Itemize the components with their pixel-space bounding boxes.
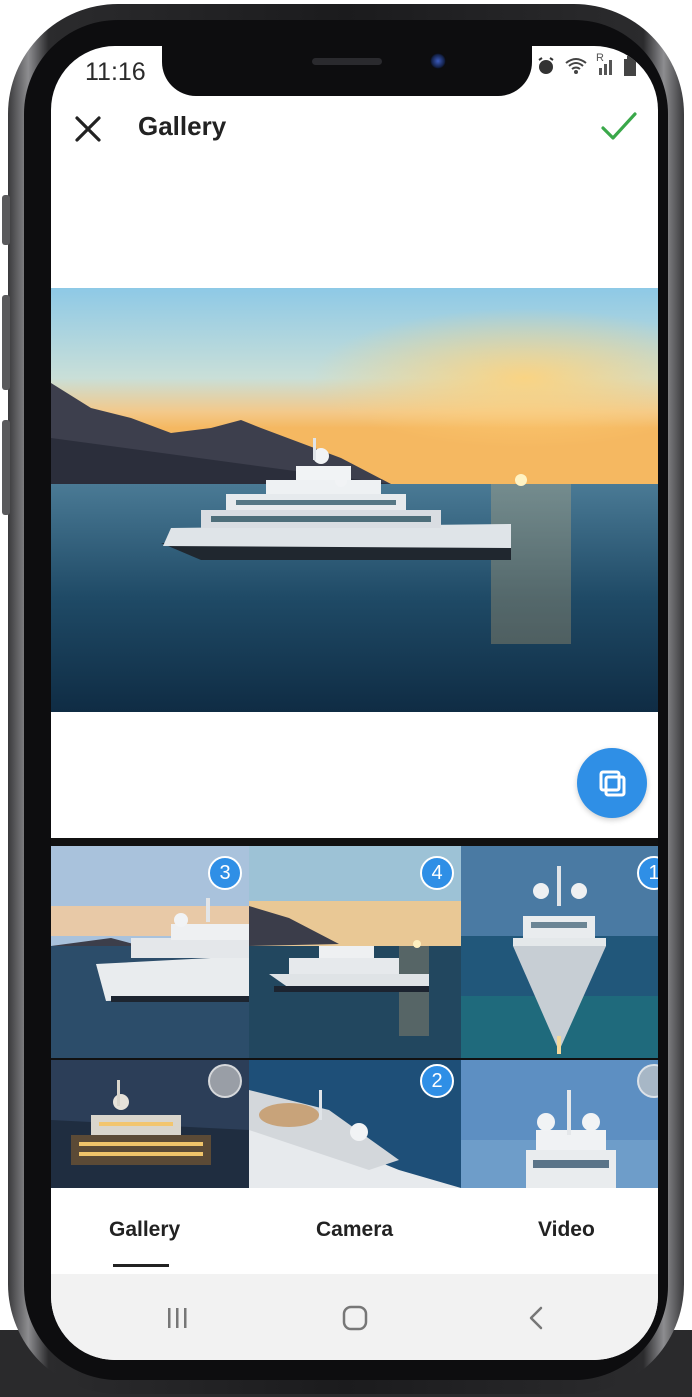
page-title: Gallery [138, 111, 227, 141]
wifi-icon [564, 56, 588, 81]
signal-icon: R [596, 52, 616, 81]
home-button[interactable] [335, 1298, 375, 1338]
recents-button[interactable] [157, 1298, 197, 1338]
selection-order-badge: 3 [208, 856, 242, 890]
recents-icon [168, 1308, 187, 1328]
front-camera [430, 53, 446, 69]
gallery-thumbnail[interactable]: 2 [249, 1060, 461, 1188]
selection-order-badge [208, 1064, 242, 1098]
system-navigation-bar [51, 1274, 658, 1360]
selected-photo-preview [51, 288, 658, 712]
home-icon [342, 1305, 368, 1331]
mute-switch [2, 195, 10, 245]
signal-roaming-label: R [596, 52, 604, 64]
tab-camera[interactable]: Camera [316, 1218, 393, 1242]
gallery-thumbnail[interactable]: 4 [249, 846, 461, 1058]
top-app-bar: Gallery [51, 101, 658, 157]
gallery-thumbnail[interactable] [51, 1060, 249, 1188]
alarm-icon [536, 56, 556, 81]
back-icon [529, 1306, 543, 1330]
back-button[interactable] [517, 1298, 557, 1338]
tab-video[interactable]: Video [538, 1218, 595, 1242]
status-time: 11:16 [85, 58, 146, 86]
selection-order-badge: 4 [420, 856, 454, 890]
check-icon[interactable] [600, 110, 638, 144]
close-icon[interactable] [73, 114, 103, 144]
volume-up-button [2, 295, 10, 390]
screen: 11:16 R Gallery 3 4 1 2 Gallery Camera V… [51, 46, 658, 1360]
gallery-thumbnail[interactable]: 1 [461, 846, 658, 1058]
speaker-grille [312, 58, 382, 65]
multi-select-icon [599, 770, 626, 797]
tab-selected-indicator [113, 1264, 169, 1267]
tab-gallery[interactable]: Gallery [109, 1218, 180, 1242]
volume-down-button [2, 420, 10, 515]
notch [162, 46, 532, 96]
gallery-thumbnail[interactable]: 3 [51, 846, 249, 1058]
battery-icon [624, 56, 636, 81]
photo-grid: 3 4 1 2 [51, 838, 658, 1188]
multi-select-button[interactable] [577, 748, 647, 818]
selection-order-badge: 2 [420, 1064, 454, 1098]
source-tabs: Gallery Camera Video [51, 1188, 658, 1274]
status-icons: R [536, 52, 636, 81]
gallery-thumbnail[interactable] [461, 1060, 658, 1188]
